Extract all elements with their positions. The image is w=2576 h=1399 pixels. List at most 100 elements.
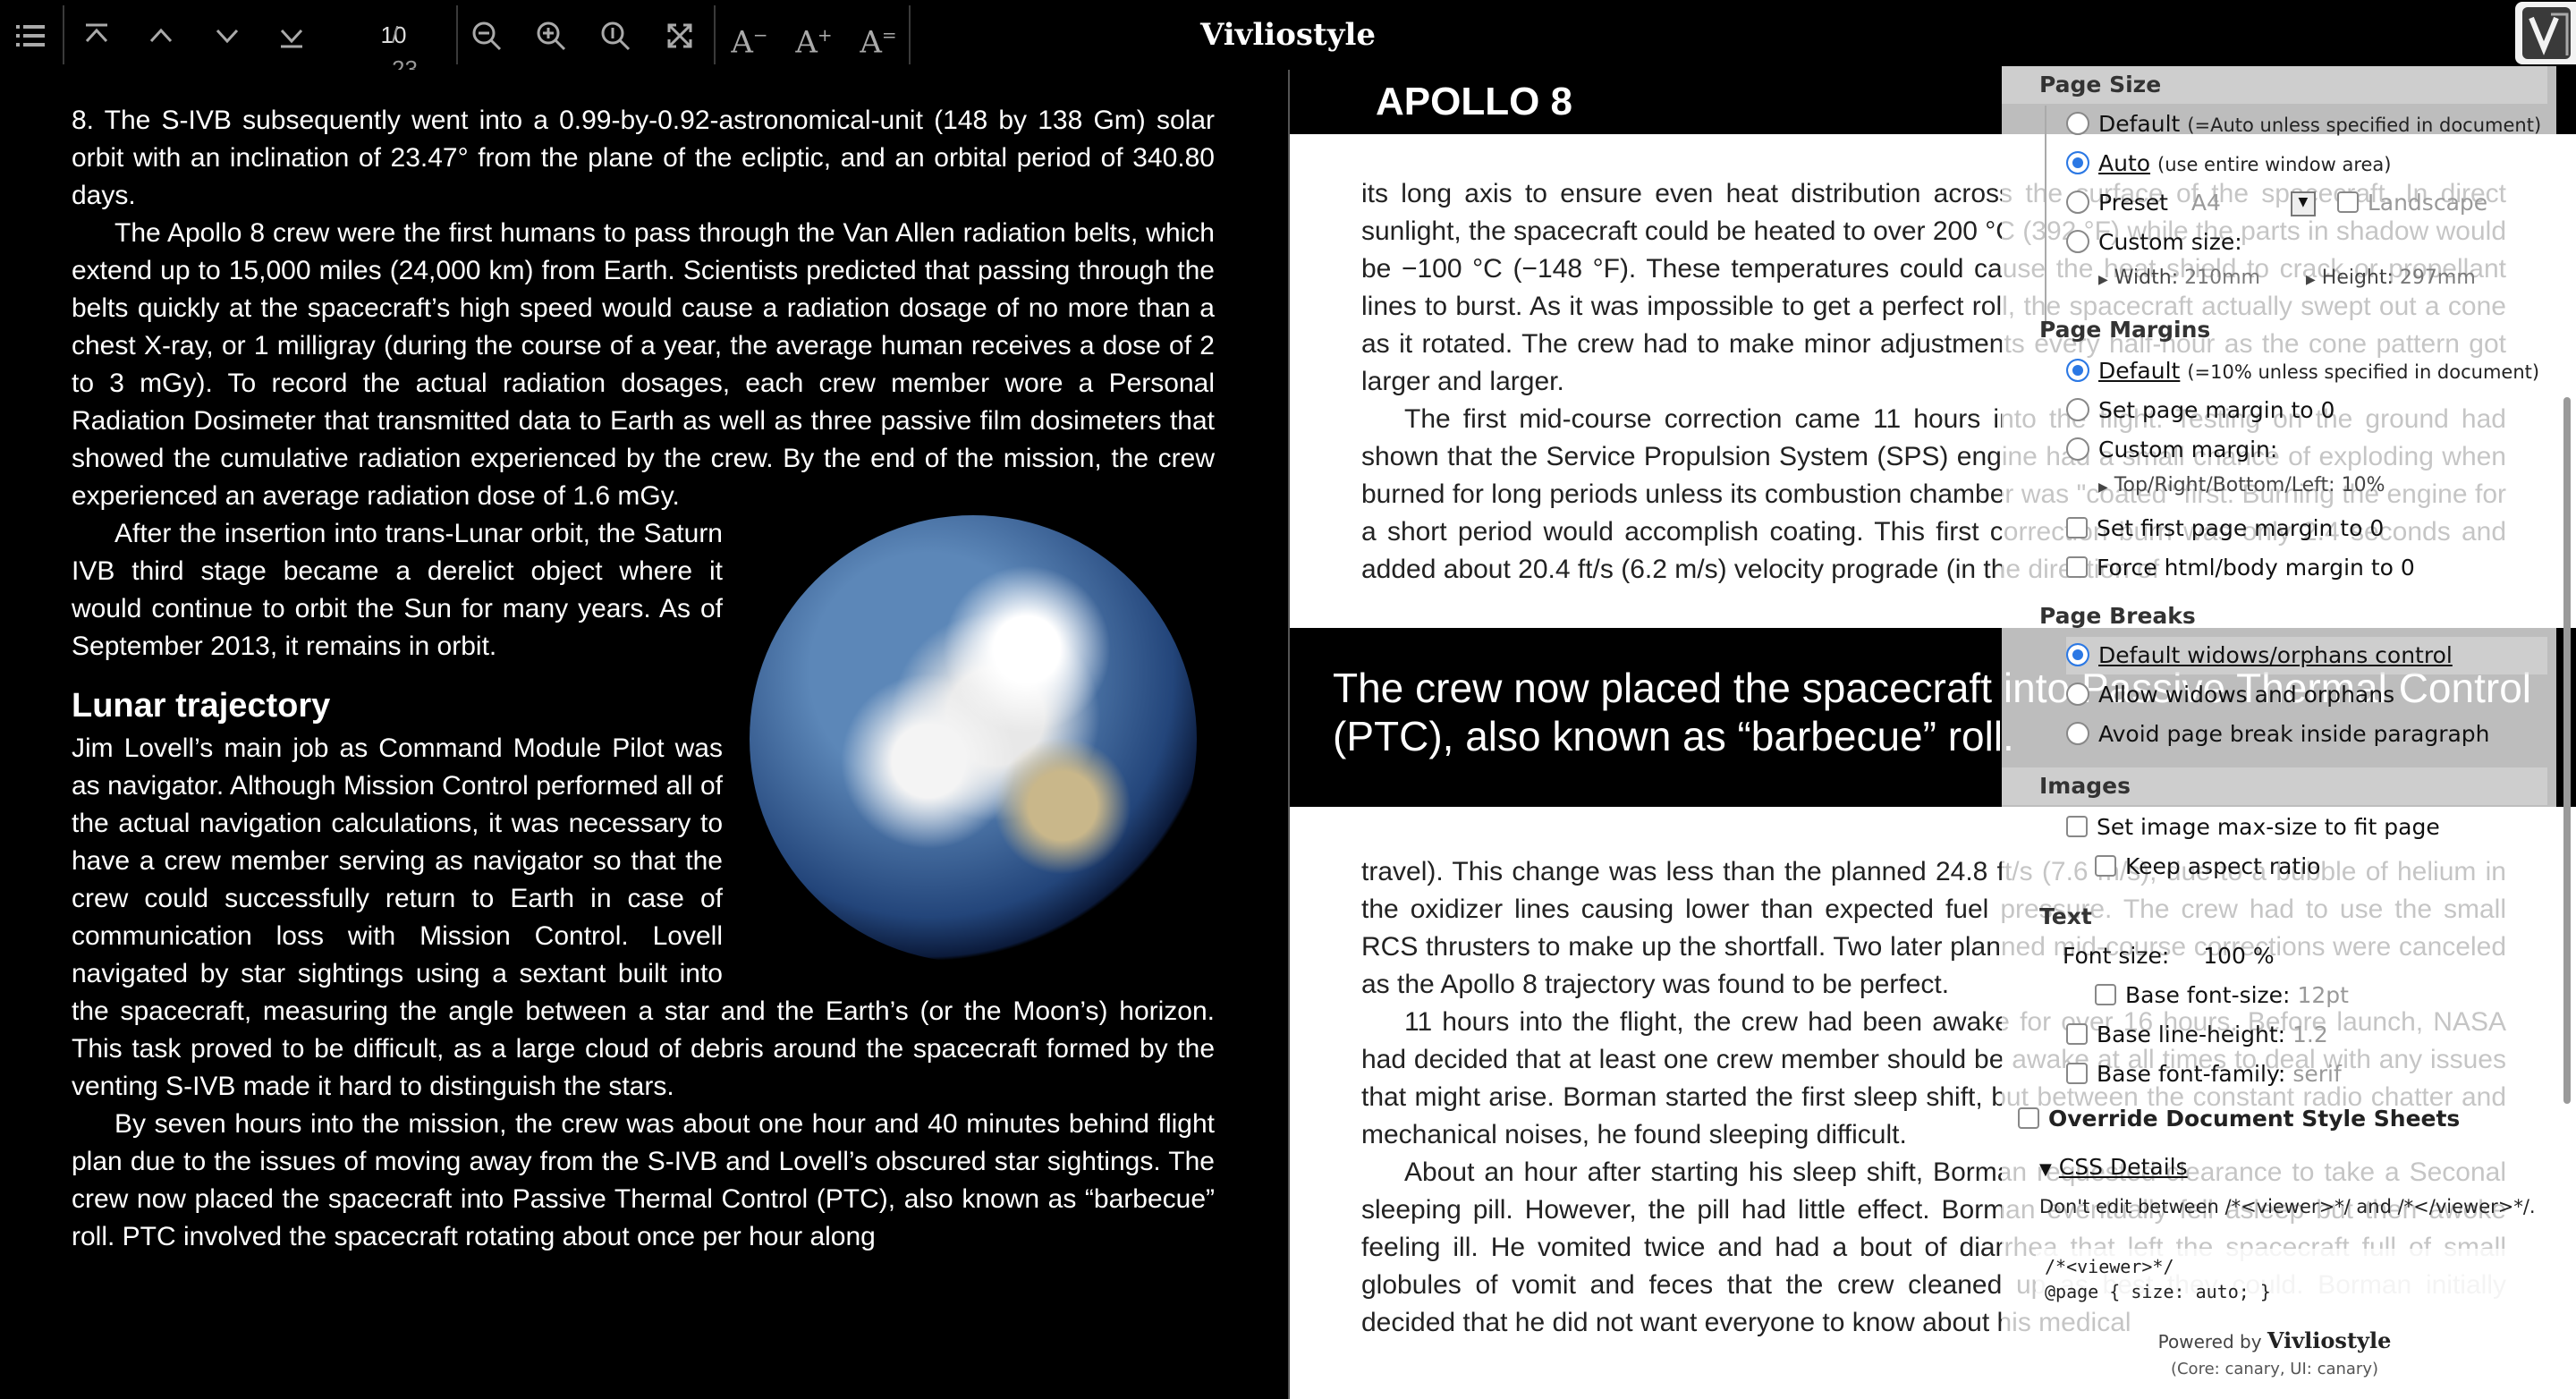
zoom-in-icon[interactable] [526, 11, 576, 61]
option-label: Default [2098, 111, 2181, 137]
height-field[interactable]: ▶ Height: 297mm [2306, 263, 2476, 293]
field-label: Width: [2114, 267, 2179, 289]
field-label: Top/Right/Bottom/Left: [2114, 474, 2335, 496]
toolbar-separator [909, 5, 911, 64]
font-size-field[interactable]: Font size: 100 % [2063, 937, 2275, 975]
option-label: Base line-height: [2097, 1022, 2286, 1047]
first-page-icon[interactable] [72, 11, 122, 61]
base-font-family-option[interactable]: Base font-family: serif [2066, 1056, 2342, 1093]
settings-panel: Page Size Default (=Auto unless specifie… [2002, 66, 2571, 1399]
radio-icon [2066, 437, 2089, 461]
chevron-down-icon: ▼ [2039, 1160, 2052, 1179]
powered-brand[interactable]: Vivliostyle [2267, 1327, 2391, 1353]
paragraph: By seven hours into the mission, the cre… [72, 1109, 1215, 1251]
zoom-out-icon[interactable] [462, 11, 512, 61]
breaks-allow-option[interactable]: Allow widows and orphans [2066, 676, 2394, 714]
margin-custom-option[interactable]: Custom margin: [2066, 431, 2277, 469]
font-reset-icon[interactable]: A= [853, 13, 903, 60]
preset-select[interactable]: A4 [2191, 190, 2221, 216]
checkbox-icon [2066, 816, 2088, 837]
base-line-height-option[interactable]: Base line-height: 1.2 [2066, 1016, 2328, 1054]
option-label: Default widows/orphans control [2098, 642, 2453, 668]
page-size-preset-option[interactable]: Preset A4 ▼ Landscape [2066, 184, 2487, 222]
menu-icon[interactable] [5, 11, 55, 61]
paragraph: 8. The S-IVB subsequently went into a 0.… [72, 106, 1215, 210]
option-label: Avoid page break inside paragraph [2098, 721, 2490, 747]
option-label: Custom size: [2098, 229, 2242, 255]
option-note: (=10% unless specified in document) [2187, 361, 2540, 383]
option-label: Allow widows and orphans [2098, 682, 2395, 708]
page-size-auto-option[interactable]: Auto (use entire window area) [2066, 145, 2391, 182]
running-head-title: APOLLO 8 [1376, 80, 1573, 123]
vivliostyle-logo-icon [2522, 7, 2571, 59]
page-size-heading: Page Size [2002, 66, 2547, 104]
checkbox-icon [2066, 556, 2088, 578]
page-size-custom-option[interactable]: Custom size: [2066, 224, 2242, 261]
page-size-default-option[interactable]: Default (=Auto unless specified in docum… [2066, 106, 2541, 143]
last-page-icon[interactable] [267, 11, 317, 61]
option-label: Base font-family: [2097, 1061, 2286, 1087]
css-line: /*<viewer>*/ [2045, 1256, 2174, 1277]
image-max-size-option[interactable]: Set image max-size to fit page [2066, 809, 2440, 846]
force-html-margin-option[interactable]: Force html/body margin to 0 [2066, 549, 2415, 587]
next-page-icon[interactable] [202, 11, 252, 61]
toolbar-separator [714, 5, 716, 64]
option-label: Default [2098, 358, 2181, 384]
field-value: 10% [2341, 474, 2385, 496]
chevron-right-icon: ▶ [2098, 480, 2108, 495]
margin-zero-option[interactable]: Set page margin to 0 [2066, 392, 2334, 429]
custom-margin-field[interactable]: ▶ Top/Right/Bottom/Left: 10% [2098, 471, 2385, 501]
breaks-avoid-option[interactable]: Avoid page break inside paragraph [2066, 716, 2490, 753]
app-title: Vivliostyle [1199, 17, 1377, 53]
option-label: CSS Details [2058, 1154, 2188, 1180]
option-note: (=Auto unless specified in document) [2187, 114, 2542, 136]
width-field[interactable]: ▶ Width: 210mm [2098, 263, 2260, 293]
css-details-toggle[interactable]: ▼ CSS Details [2039, 1149, 2188, 1186]
fit-page-icon[interactable] [655, 11, 705, 61]
radio-icon [2066, 230, 2089, 253]
checkbox-icon [2018, 1107, 2039, 1129]
field-value: 210mm [2184, 267, 2260, 289]
override-style-option[interactable]: Override Document Style Sheets [2018, 1100, 2460, 1138]
field-value: serif [2292, 1061, 2342, 1087]
option-label: Keep aspect ratio [2125, 853, 2321, 879]
prev-page-icon[interactable] [136, 11, 186, 61]
option-note: (use entire window area) [2157, 154, 2392, 175]
css-editor[interactable]: /*<viewer>*/ @page { size: auto; } [2036, 1249, 2546, 1302]
radio-selected-icon [2066, 359, 2089, 382]
option-label: Set first page margin to 0 [2097, 515, 2385, 541]
option-label: Custom margin: [2098, 437, 2278, 462]
option-label: Set image max-size to fit page [2097, 814, 2440, 840]
option-label: Preset [2098, 190, 2168, 216]
option-label: Auto [2098, 150, 2151, 176]
font-smaller-icon[interactable]: A− [724, 13, 775, 60]
field-value: 100 % [2203, 943, 2275, 969]
radio-icon [2066, 683, 2089, 706]
margin-default-option[interactable]: Default (=10% unless specified in docume… [2066, 352, 2539, 390]
option-label: Base font-size: [2125, 982, 2291, 1008]
breaks-default-option[interactable]: Default widows/orphans control [2066, 637, 2547, 674]
page-total: / 23 [392, 21, 418, 82]
toolbar-separator [63, 5, 64, 64]
landscape-checkbox[interactable] [2336, 191, 2359, 213]
radio-selected-icon [2066, 643, 2089, 666]
checkbox-icon [2095, 855, 2116, 877]
field-value: 1.2 [2292, 1022, 2328, 1047]
field-label: Height: [2321, 267, 2394, 289]
earth-image [750, 515, 1197, 962]
checkbox-icon [2066, 1023, 2088, 1045]
version-info: (Core: canary, UI: canary) [2170, 1360, 2379, 1378]
zoom-actual-icon[interactable] [590, 11, 640, 61]
chevron-down-icon[interactable]: ▼ [2290, 191, 2316, 216]
checkbox-icon [2095, 984, 2116, 1005]
base-font-size-option[interactable]: Base font-size: 12pt [2095, 977, 2349, 1014]
settings-toggle-button[interactable] [2515, 2, 2576, 64]
keep-aspect-option[interactable]: Keep aspect ratio [2095, 848, 2320, 886]
css-note: Don't edit between /*<viewer>*/ and /*</… [2039, 1196, 2536, 1217]
radio-icon [2066, 191, 2089, 214]
first-page-margin-option[interactable]: Set first page margin to 0 [2066, 510, 2384, 547]
font-larger-icon[interactable]: A+ [789, 13, 839, 60]
settings-scrollbar[interactable] [2563, 397, 2571, 1104]
radio-icon [2066, 722, 2089, 745]
toolbar: 10 / 23 A− A+ A= Vivliostyle [0, 0, 2576, 82]
